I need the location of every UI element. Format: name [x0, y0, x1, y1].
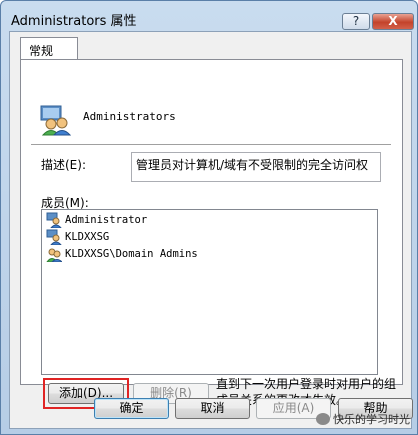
- member-name: Administrator: [65, 214, 148, 226]
- members-list[interactable]: Administrator KLDXXSG KLDXXSG\Domain Adm…: [41, 209, 378, 375]
- list-item[interactable]: Administrator: [46, 212, 147, 228]
- dialog-client-area: 常规 Administrators 描述(E): 管理员对计算机/域有不受限制的…: [9, 31, 413, 429]
- help-title-button[interactable]: ?: [342, 13, 370, 30]
- close-button[interactable]: X: [372, 13, 414, 30]
- ok-button[interactable]: 确定: [94, 398, 169, 419]
- list-item[interactable]: KLDXXSG\Domain Admins: [46, 246, 198, 262]
- wechat-icon: [316, 413, 330, 425]
- description-field[interactable]: 管理员对计算机/域有不受限制的完全访问权: [131, 152, 381, 182]
- tab-panel-general: Administrators 描述(E): 管理员对计算机/域有不受限制的完全访…: [20, 59, 403, 409]
- window-title: Administrators 属性: [11, 14, 137, 29]
- title-bar[interactable]: Administrators 属性 ? X: [1, 1, 417, 31]
- group-icon: [46, 248, 62, 262]
- user-icon: [46, 229, 62, 245]
- list-item[interactable]: KLDXXSG: [46, 229, 109, 245]
- cancel-button[interactable]: 取消: [175, 398, 250, 419]
- description-label: 描述(E):: [41, 158, 86, 172]
- member-name: KLDXXSG: [65, 231, 110, 243]
- separator: [31, 144, 391, 146]
- group-name: Administrators: [83, 110, 176, 123]
- tab-general[interactable]: 常规: [20, 37, 78, 60]
- group-icon: [40, 105, 71, 136]
- watermark: 快乐的学习时光: [316, 411, 410, 427]
- member-name: KLDXXSG\Domain Admins: [65, 248, 198, 260]
- properties-dialog: Administrators 属性 ? X 常规 Administrators …: [0, 0, 418, 435]
- watermark-text: 快乐的学习时光: [333, 413, 410, 426]
- user-icon: [46, 212, 62, 228]
